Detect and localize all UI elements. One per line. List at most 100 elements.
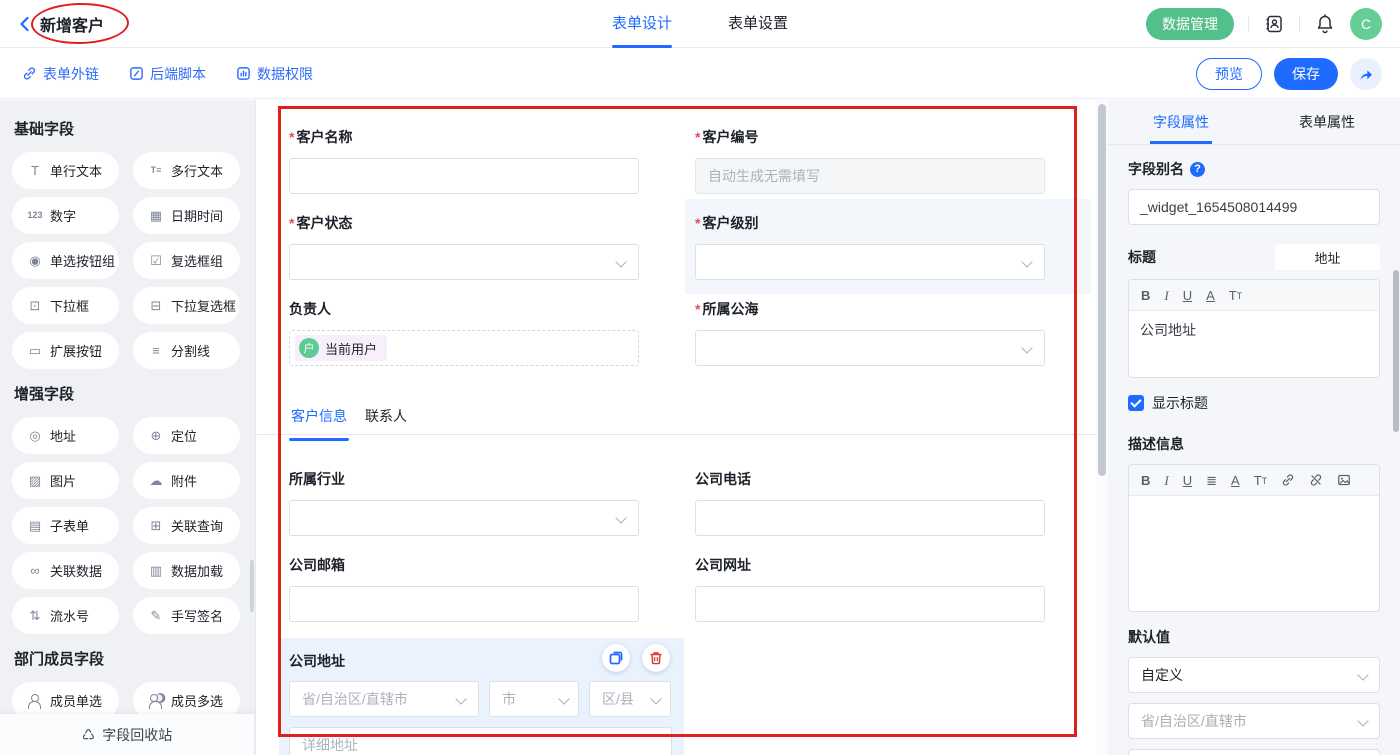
canvas-field-company-phone[interactable]: 公司电话 — [695, 469, 1045, 536]
canvas-field-customer-name[interactable]: *客户名称 — [289, 127, 639, 194]
extend-button-icon: ▭ — [25, 344, 45, 357]
italic-icon[interactable]: I — [1164, 474, 1168, 487]
canvas-field-owner[interactable]: 负责人户当前用户 — [289, 299, 639, 366]
form-external-link-button[interactable]: 表单外链 — [22, 64, 99, 84]
district-select[interactable]: 区/县 — [589, 681, 671, 717]
owner-input[interactable]: 户当前用户 — [289, 330, 639, 366]
current-user-tag[interactable]: 户当前用户 — [295, 335, 387, 361]
contacts-book-icon[interactable] — [1263, 13, 1285, 35]
field-pill-dropdown[interactable]: ⊡下拉框 — [12, 287, 119, 324]
field-pill-multi-dropdown[interactable]: ⊟下拉复选框 — [133, 287, 240, 324]
underline-icon[interactable]: U — [1183, 289, 1192, 302]
canvas-field-industry[interactable]: 所属行业 — [289, 469, 639, 536]
unlink-icon[interactable] — [1309, 473, 1323, 487]
canvas-field-public-sea[interactable]: *所属公海 — [695, 299, 1045, 366]
field-pill-subform[interactable]: ▤子表单 — [12, 507, 119, 544]
company-website-input[interactable] — [695, 586, 1045, 622]
tab-customer-info[interactable]: 客户信息 — [289, 404, 349, 434]
field-pill-signature[interactable]: ✎手写签名 — [133, 597, 240, 634]
underline-icon[interactable]: U — [1183, 474, 1192, 487]
company-phone-input[interactable] — [695, 500, 1045, 536]
preview-button[interactable]: 预览 — [1196, 58, 1262, 90]
field-pill-linked-query[interactable]: ⊞关联查询 — [133, 507, 240, 544]
italic-icon[interactable]: I — [1164, 289, 1168, 302]
chevron-down-icon — [615, 256, 626, 267]
font-size-icon[interactable]: TT — [1254, 474, 1267, 487]
sidebar-scrollbar[interactable] — [250, 560, 254, 612]
panel-scrollbar-thumb[interactable] — [1393, 270, 1399, 432]
field-pill-label: 分割线 — [171, 341, 210, 360]
canvas-scrollbar-thumb[interactable] — [1098, 104, 1106, 476]
tab-contacts[interactable]: 联系人 — [363, 404, 409, 434]
field-pill-number[interactable]: 123数字 — [12, 197, 119, 234]
canvas-field-company-email[interactable]: 公司邮箱 — [289, 555, 639, 622]
canvas-field-customer-no[interactable]: *客户编号自动生成无需填写 — [695, 127, 1045, 194]
font-size-icon[interactable]: TT — [1229, 289, 1242, 302]
customer-name-input[interactable] — [289, 158, 639, 194]
notification-bell-icon[interactable] — [1314, 13, 1336, 35]
field-pill-divider[interactable]: ≡分割线 — [133, 332, 240, 369]
default-type-select[interactable]: 自定义 — [1128, 657, 1380, 693]
field-pill-attachment[interactable]: ☁附件 — [133, 462, 240, 499]
bold-icon[interactable]: B — [1141, 289, 1150, 302]
data-permission-button[interactable]: 数据权限 — [236, 64, 313, 84]
checkbox-checked-icon[interactable] — [1128, 395, 1144, 411]
city-select[interactable]: 市 — [489, 681, 579, 717]
customer-status-select[interactable] — [289, 244, 639, 280]
tab-form-properties[interactable]: 表单属性 — [1254, 100, 1400, 144]
field-alias-input[interactable]: _widget_1654508014499 — [1128, 189, 1380, 225]
align-icon[interactable]: ≣ — [1206, 474, 1217, 487]
field-recycle-bin[interactable]: ♺ 字段回收站 — [0, 714, 254, 755]
panel-scrollbar[interactable] — [1392, 100, 1400, 755]
field-pill-extend-button[interactable]: ▭扩展按钮 — [12, 332, 119, 369]
title-editor-content[interactable]: 公司地址 — [1129, 311, 1379, 377]
tab-form-design[interactable]: 表单设计 — [612, 0, 672, 48]
copy-field-button[interactable] — [602, 644, 630, 672]
backend-script-button[interactable]: 后端脚本 — [129, 64, 206, 84]
field-pill-radio-group[interactable]: ◉单选按钮组 — [12, 242, 119, 279]
field-pill-multi-line-text[interactable]: T≡多行文本 — [133, 152, 240, 189]
canvas-scrollbar[interactable] — [1096, 100, 1108, 755]
link-icon[interactable] — [1281, 473, 1295, 487]
company-address-field-selected[interactable]: 公司地址 省/自治区/直辖市 市 区/县 详细地址 — [279, 638, 684, 755]
bold-icon[interactable]: B — [1141, 474, 1150, 487]
province-select[interactable]: 省/自治区/直辖市 — [289, 681, 479, 717]
default-city-select[interactable]: 市 — [1128, 749, 1380, 755]
show-title-toggle[interactable]: 显示标题 — [1128, 393, 1380, 413]
tab-form-settings[interactable]: 表单设置 — [728, 0, 788, 48]
title-editor[interactable]: B I U A TT 公司地址 — [1128, 279, 1380, 378]
field-pill-linked-data[interactable]: ∞关联数据 — [12, 552, 119, 589]
back-button[interactable]: 新增客户 — [0, 12, 104, 36]
share-button[interactable] — [1350, 58, 1382, 90]
canvas-field-customer-status[interactable]: *客户状态 — [289, 213, 639, 280]
insert-image-icon[interactable] — [1337, 473, 1351, 487]
form-canvas[interactable]: *客户名称 *客户编号自动生成无需填写 *客户状态 *客户级别负责人户当前用户 *所属公… — [257, 100, 1096, 755]
data-manage-button[interactable]: 数据管理 — [1146, 8, 1234, 40]
help-icon[interactable]: ? — [1190, 162, 1205, 177]
description-editor[interactable]: B I U ≣ A TT — [1128, 464, 1380, 612]
canvas-field-customer-level[interactable]: *客户级别 — [685, 199, 1091, 294]
industry-select[interactable] — [289, 500, 639, 536]
delete-field-button[interactable] — [642, 644, 670, 672]
font-color-icon[interactable]: A — [1206, 289, 1215, 302]
font-color-icon[interactable]: A — [1231, 474, 1240, 487]
field-pill-single-line-text[interactable]: T单行文本 — [12, 152, 119, 189]
description-editor-content[interactable] — [1129, 496, 1379, 611]
customer-level-select[interactable] — [695, 244, 1045, 280]
field-pill-datetime[interactable]: ▦日期时间 — [133, 197, 240, 234]
save-button[interactable]: 保存 — [1274, 58, 1338, 90]
field-pill-checkbox-group[interactable]: ☑复选框组 — [133, 242, 240, 279]
detail-address-input[interactable]: 详细地址 — [289, 727, 672, 755]
field-pill-location[interactable]: ⊕定位 — [133, 417, 240, 454]
default-province-select[interactable]: 省/自治区/直辖市 — [1128, 703, 1380, 739]
field-pill-data-load[interactable]: ▥数据加载 — [133, 552, 240, 589]
field-pill-image[interactable]: ▨图片 — [12, 462, 119, 499]
tab-field-properties[interactable]: 字段属性 — [1108, 100, 1254, 144]
field-pill-serial-number[interactable]: ⇅流水号 — [12, 597, 119, 634]
field-pill-address[interactable]: ◎地址 — [12, 417, 119, 454]
canvas-field-company-website[interactable]: 公司网址 — [695, 555, 1045, 622]
back-chevron-icon[interactable] — [16, 15, 34, 33]
public-sea-select[interactable] — [695, 330, 1045, 366]
company-email-input[interactable] — [289, 586, 639, 622]
user-avatar[interactable]: C — [1350, 8, 1382, 40]
